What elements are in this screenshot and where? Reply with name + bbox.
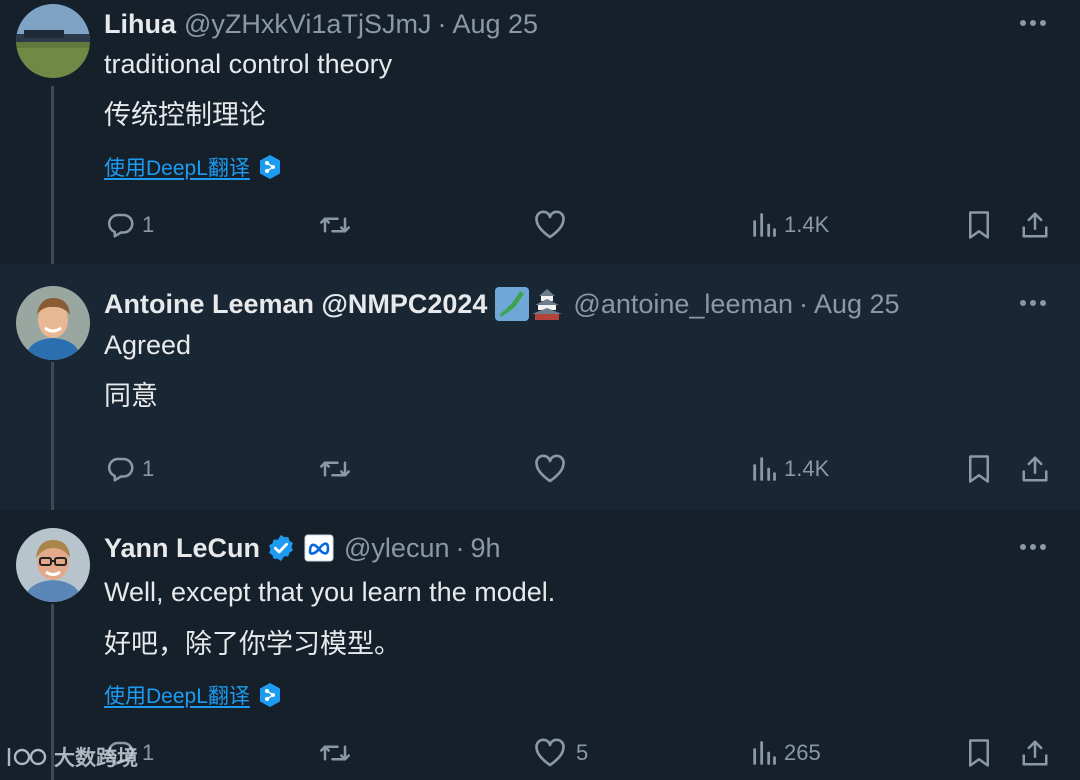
translate-link[interactable]: 使用DeepL翻译 [104,152,282,182]
more-options-button[interactable] [1018,532,1048,562]
reply-count: 1 [142,212,155,237]
reply-button[interactable]: 1 [106,449,154,489]
deepl-icon [259,683,280,707]
views-icon [753,213,776,237]
display-name[interactable]: Yann LeCun [104,533,260,564]
deepl-icon [259,155,280,179]
translate-link[interactable]: 使用DeepL翻译 [104,680,282,710]
bookmark-icon [969,211,989,239]
separator: · [437,8,447,39]
views-icon [753,457,776,481]
views-button[interactable]: 1.4K [750,449,829,489]
view-count: 265 [784,740,821,765]
avatar[interactable] [16,286,90,360]
tweet-header: Lihua @yZHxkVi1aTjSJmJ · Aug 25 [104,4,538,44]
japan-map-emoji [495,287,530,321]
share-button[interactable] [1020,733,1050,773]
like-count: 5 [576,740,589,765]
share-icon [1022,212,1048,238]
tweet-translation: 同意 [104,381,158,411]
username[interactable]: @antoine_leeman [573,289,793,320]
tweet-text: traditional control theory [104,49,393,79]
tweet-antoine[interactable]: Antoine Leeman @NMPC2024 @antoine_leeman… [0,264,1080,510]
share-button[interactable] [1020,205,1050,245]
watermark: 大数跨境 [6,742,138,772]
timestamp[interactable]: 9h [470,533,500,564]
tweet-actions: 1 1.4K [0,205,1080,245]
more-icon [1020,544,1046,550]
bookmark-button[interactable] [966,205,992,245]
avatar[interactable] [16,528,90,602]
tweet-header: Antoine Leeman @NMPC2024 @antoine_leeman… [104,284,900,324]
reply-button[interactable]: 1 [106,205,154,245]
retweet-button[interactable] [318,449,352,489]
verified-badge-icon[interactable] [266,533,296,563]
display-name[interactable]: Antoine Leeman @NMPC2024 [104,289,487,320]
like-button[interactable] [534,449,566,489]
tweet-translation: 传统控制理论 [104,100,266,130]
share-icon [1022,456,1048,482]
separator: · [455,532,465,563]
display-name[interactable]: Lihua [104,9,176,40]
tweet-actions: 1 1.4K [0,449,1080,489]
views-button[interactable]: 265 [750,733,821,773]
translate-label[interactable]: 使用DeepL翻译 [104,680,250,710]
reply-icon [107,213,134,238]
reply-count: 1 [142,740,155,765]
watermark-text: 大数跨境 [54,747,138,770]
retweet-button[interactable] [318,733,352,773]
more-options-button[interactable] [1018,288,1048,318]
meta-affiliate-icon[interactable] [304,534,334,562]
timestamp[interactable]: Aug 25 [452,9,538,40]
share-icon [1022,740,1048,766]
tweet-ylecun[interactable]: Yann LeCun @ylecun · 9h Well, except tha… [0,510,1080,780]
tweet-header: Yann LeCun @ylecun · 9h [104,528,501,568]
share-button[interactable] [1020,449,1050,489]
views-icon [753,741,776,765]
username[interactable]: @yZHxkVi1aTjSJmJ [184,9,431,40]
tweet-text: Well, except that you learn the model. [104,577,556,607]
timestamp[interactable]: Aug 25 [814,289,900,320]
view-count: 1.4K [784,212,830,237]
bookmark-icon [969,739,989,767]
watermark-logo-icon [7,748,47,766]
retweet-icon [320,461,350,477]
translate-label[interactable]: 使用DeepL翻译 [104,152,250,182]
retweet-icon [320,217,350,233]
bookmark-icon [969,455,989,483]
like-button[interactable]: 5 [534,733,588,773]
username[interactable]: @ylecun [344,533,449,564]
like-icon [535,454,565,483]
more-icon [1020,300,1046,306]
view-count: 1.4K [784,456,830,481]
avatar[interactable] [16,4,90,78]
more-icon [1020,20,1046,26]
reply-count: 1 [142,456,155,481]
reply-icon [107,457,134,482]
more-options-button[interactable] [1018,8,1048,38]
japanese-castle-emoji [529,287,565,321]
separator: · [798,288,808,319]
tweet-lihua[interactable]: Lihua @yZHxkVi1aTjSJmJ · Aug 25 traditio… [0,0,1080,264]
like-button[interactable] [534,205,566,245]
views-button[interactable]: 1.4K [750,205,829,245]
like-icon [535,210,565,239]
tweet-actions: 1 5 265 [0,733,1080,773]
bookmark-button[interactable] [966,449,992,489]
retweet-button[interactable] [318,205,352,245]
tweet-translation: 好吧，除了你学习模型。 [104,629,401,659]
tweet-text: Agreed [104,330,192,360]
bookmark-button[interactable] [966,733,992,773]
retweet-icon [320,745,350,761]
like-icon [535,738,565,767]
